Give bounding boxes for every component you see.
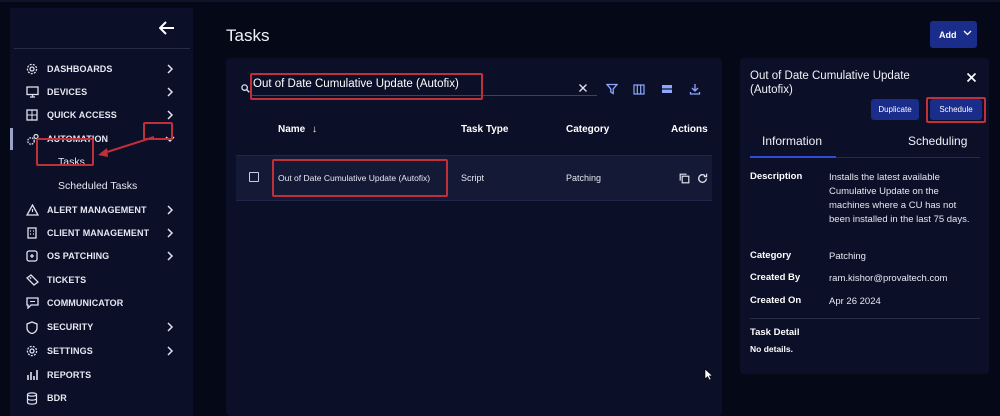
sidebar-item-label: REPORTS: [47, 370, 92, 380]
copy-icon[interactable]: [678, 172, 690, 184]
sidebar-item-tickets[interactable]: TICKETS: [10, 269, 193, 291]
category-label: Category: [750, 250, 792, 261]
gear-icon: [25, 344, 39, 358]
sidebar-item-label: ALERT MANAGEMENT: [47, 205, 147, 215]
chevron-right-icon[interactable]: [164, 345, 176, 357]
highlight-box-search: [250, 73, 483, 100]
sidebar-item-label: DEVICES: [47, 87, 88, 97]
row-cell-category: Patching: [566, 173, 602, 183]
sidebar-item-os-patching[interactable]: OS PATCHING: [10, 245, 193, 267]
monitor-icon: [25, 85, 39, 99]
add-button[interactable]: Add: [930, 21, 977, 48]
annotation-arrow: [98, 136, 155, 157]
tasks-table-panel: [226, 58, 722, 416]
created-on-value: Apr 26 2024: [829, 296, 881, 307]
duplicate-button[interactable]: Duplicate: [871, 99, 919, 120]
sidebar-item-dashboards[interactable]: DASHBOARDS: [10, 58, 193, 80]
sidebar-item-alert-management[interactable]: ALERT MANAGEMENT: [10, 199, 193, 221]
chevron-down-icon: [963, 29, 972, 39]
download-icon[interactable]: [688, 82, 702, 96]
gear-icon: [25, 62, 39, 76]
sidebar-item-devices[interactable]: DEVICES: [10, 81, 193, 103]
sidebar-item-security[interactable]: SECURITY: [10, 316, 193, 338]
row-checkbox[interactable]: [249, 172, 259, 182]
sidebar-item-bdr[interactable]: BDR: [10, 387, 193, 409]
sidebar-item-reports[interactable]: REPORTS: [10, 364, 193, 386]
database-icon: [25, 391, 39, 405]
highlight-box-tasks: [36, 138, 94, 166]
warning-icon: [25, 203, 39, 217]
page-title: Tasks: [226, 26, 270, 45]
chevron-right-icon[interactable]: [164, 250, 176, 262]
sidebar-item-label: DASHBOARDS: [47, 64, 113, 74]
bar-chart-icon: [25, 368, 39, 382]
created-on-label: Created On: [750, 295, 802, 306]
refresh-icon[interactable]: [696, 172, 708, 184]
patch-icon: [25, 249, 39, 263]
clear-search-icon[interactable]: [578, 80, 588, 98]
task-detail-label: Task Detail: [750, 327, 800, 338]
sidebar-item-label: SECURITY: [47, 322, 94, 332]
detail-divider: [750, 318, 980, 319]
column-header-name[interactable]: Name ↓: [278, 124, 317, 135]
density-icon[interactable]: [660, 82, 674, 96]
grid-icon: [25, 108, 39, 122]
sidebar-item-label: SETTINGS: [47, 346, 93, 356]
mouse-cursor-icon: [704, 368, 713, 381]
tab-scheduling[interactable]: Scheduling: [908, 134, 967, 148]
sidebar-sub-item-scheduled-tasks[interactable]: Scheduled Tasks: [58, 180, 137, 192]
sidebar-item-label: TICKETS: [47, 275, 87, 285]
chevron-right-icon[interactable]: [164, 321, 176, 333]
task-detail-value: No details.: [750, 344, 793, 354]
chevron-right-icon[interactable]: [164, 227, 176, 239]
column-header-task-type[interactable]: Task Type: [461, 124, 508, 135]
active-tab-indicator: [750, 156, 836, 158]
building-icon: [25, 226, 39, 240]
sidebar-item-label: CLIENT MANAGEMENT: [47, 228, 150, 238]
tab-information[interactable]: Information: [762, 134, 822, 148]
sidebar-divider: [14, 48, 190, 49]
highlight-box-schedule: [926, 97, 986, 123]
ticket-icon: [25, 273, 39, 287]
back-arrow-icon[interactable]: [158, 20, 176, 38]
column-header-actions: Actions: [671, 124, 708, 135]
sidebar-item-label: COMMUNICATOR: [47, 298, 124, 308]
highlight-box-task-name: [272, 159, 448, 197]
sidebar-item-communicator[interactable]: COMMUNICATOR: [10, 292, 193, 314]
sidebar-item-label: QUICK ACCESS: [47, 110, 117, 120]
shield-icon: [25, 320, 39, 334]
search-icon: [241, 80, 250, 98]
chat-icon: [25, 296, 39, 310]
chevron-right-icon[interactable]: [164, 63, 176, 75]
created-by-label: Created By: [750, 272, 801, 283]
created-by-value: ram.kishor@provaltech.com: [829, 273, 948, 284]
row-cell-task-type: Script: [461, 173, 485, 183]
description-label: Description: [750, 171, 803, 182]
filter-icon[interactable]: [605, 82, 619, 96]
sort-arrow-down-icon[interactable]: ↓: [312, 124, 317, 135]
columns-icon[interactable]: [632, 82, 646, 96]
close-icon[interactable]: [966, 70, 977, 88]
sidebar-item-label: OS PATCHING: [47, 251, 110, 261]
sidebar-item-settings[interactable]: SETTINGS: [10, 340, 193, 362]
detail-title: Out of Date Cumulative Update (Autofix): [750, 70, 910, 96]
description-value: Installs the latest available Cumulative…: [829, 172, 970, 225]
chevron-right-icon[interactable]: [164, 109, 176, 121]
column-header-label: Name: [278, 124, 306, 135]
category-value: Patching: [829, 251, 866, 262]
sidebar-item-label: BDR: [47, 393, 67, 403]
chevron-right-icon[interactable]: [164, 204, 176, 216]
chevron-right-icon[interactable]: [164, 86, 176, 98]
add-button-label: Add: [939, 29, 957, 40]
top-border: [0, 0, 1000, 2]
column-header-category[interactable]: Category: [566, 124, 609, 135]
sidebar-item-client-management[interactable]: CLIENT MANAGEMENT: [10, 222, 193, 244]
